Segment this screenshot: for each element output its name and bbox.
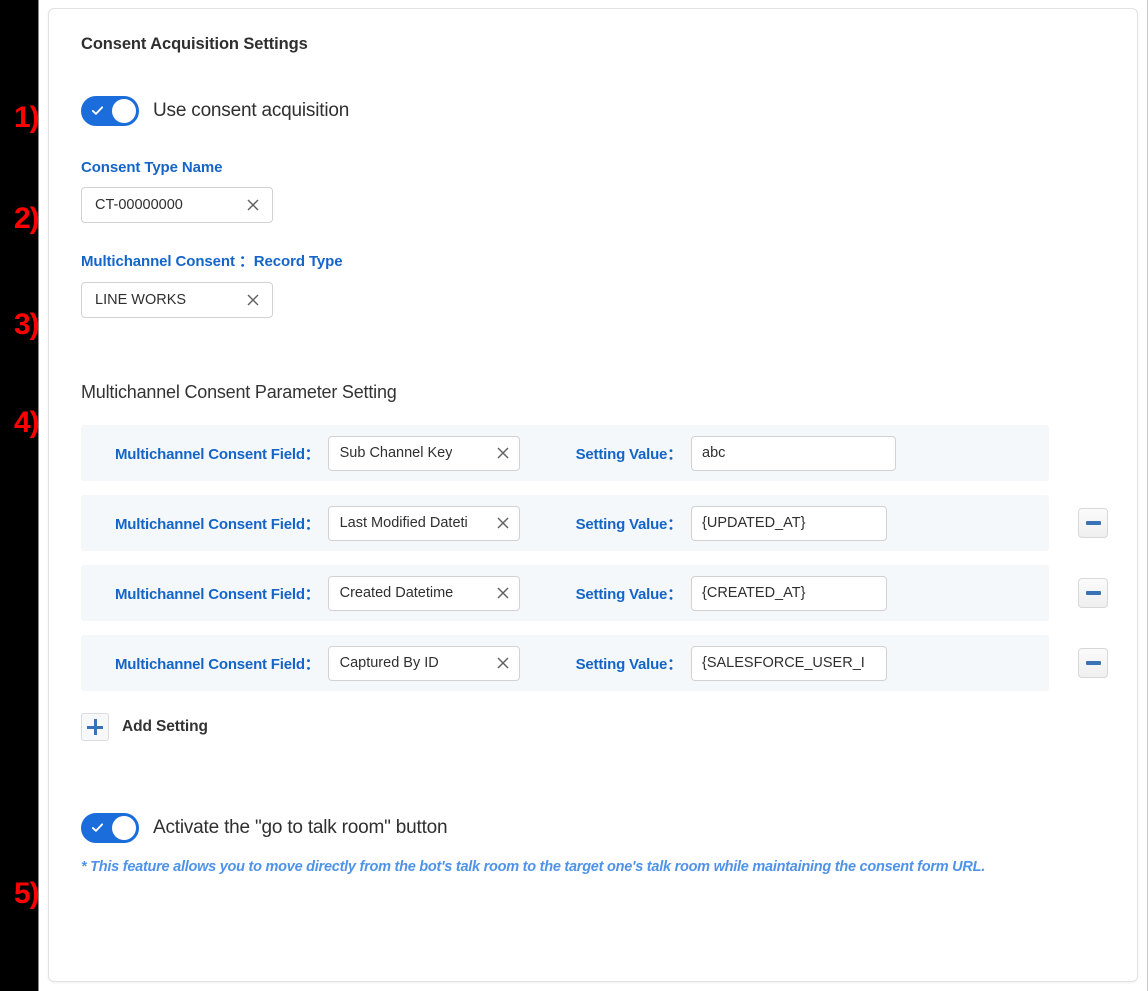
field-label: Multichannel Consent Field： bbox=[115, 515, 320, 533]
consent-field-value: Created Datetime bbox=[339, 585, 454, 601]
parameter-rows: Multichannel Consent Field： Sub Channel … bbox=[81, 425, 1108, 741]
table-row: Multichannel Consent Field： Created Date… bbox=[81, 565, 1108, 621]
page-title: Consent Acquisition Settings bbox=[81, 35, 308, 53]
annotation-marker-5: 5) bbox=[14, 877, 40, 910]
consent-field-select[interactable]: Created Datetime bbox=[327, 575, 520, 611]
consent-type-value: CT-00000000 bbox=[95, 197, 183, 213]
table-row: Multichannel Consent Field： Last Modifie… bbox=[81, 495, 1108, 551]
consent-field-select[interactable]: Last Modified Dateti bbox=[327, 505, 520, 541]
close-icon[interactable] bbox=[496, 656, 510, 670]
field-label: Multichannel Consent Field： bbox=[115, 445, 320, 463]
minus-icon bbox=[1085, 521, 1101, 525]
parameter-section-heading: Multichannel Consent Parameter Setting bbox=[81, 382, 397, 402]
value-label: Setting Value： bbox=[575, 585, 683, 603]
screenshot-root: Consent Acquisition Settings Use consent… bbox=[0, 0, 1148, 991]
record-type-value: LINE WORKS bbox=[95, 292, 187, 308]
close-icon[interactable] bbox=[496, 446, 510, 460]
record-type-select[interactable]: LINE WORKS bbox=[81, 282, 273, 318]
record-type-group: Multichannel Consent ：Record Type LINE W… bbox=[81, 250, 1111, 318]
consent-field-value: Captured By ID bbox=[339, 655, 439, 671]
setting-value-input[interactable]: {CREATED_AT} bbox=[691, 575, 887, 611]
consent-field-select[interactable]: Sub Channel Key bbox=[327, 435, 520, 471]
add-setting-label: Add Setting bbox=[122, 718, 208, 735]
talk-room-label: Activate the "go to talk room" button bbox=[153, 817, 448, 838]
table-row: Multichannel Consent Field： Sub Channel … bbox=[81, 425, 1049, 481]
consent-field-select[interactable]: Captured By ID bbox=[327, 645, 520, 681]
use-consent-label: Use consent acquisition bbox=[153, 100, 350, 121]
annotation-marker-4: 4) bbox=[14, 406, 40, 439]
plus-icon[interactable] bbox=[81, 713, 109, 741]
annotation-marker-3: 3) bbox=[14, 308, 40, 341]
annotation-marker-2: 2) bbox=[14, 202, 40, 235]
toggle-knob bbox=[112, 816, 136, 840]
minus-icon bbox=[1085, 661, 1101, 665]
field-label: Multichannel Consent Field： bbox=[115, 585, 320, 603]
close-icon[interactable] bbox=[246, 198, 260, 212]
check-icon bbox=[91, 106, 104, 115]
consent-field-value: Last Modified Dateti bbox=[339, 515, 468, 531]
value-label: Setting Value： bbox=[575, 445, 683, 463]
close-icon[interactable] bbox=[496, 586, 510, 600]
setting-value-input[interactable]: {UPDATED_AT} bbox=[691, 505, 887, 541]
consent-field-value: Sub Channel Key bbox=[339, 445, 453, 461]
field-label: Multichannel Consent Field： bbox=[115, 655, 320, 673]
toggle-knob bbox=[112, 99, 136, 123]
use-consent-toggle-row[interactable]: Use consent acquisition bbox=[81, 96, 1111, 126]
remove-setting-button[interactable] bbox=[1078, 508, 1108, 538]
record-type-label: Multichannel Consent ：Record Type bbox=[81, 253, 343, 270]
remove-setting-button[interactable] bbox=[1078, 578, 1108, 608]
value-label: Setting Value： bbox=[575, 515, 683, 533]
value-label: Setting Value： bbox=[575, 655, 683, 673]
setting-value-input[interactable]: {SALESFORCE_USER_I bbox=[691, 645, 887, 681]
check-icon bbox=[91, 823, 104, 832]
setting-value-input[interactable]: abc bbox=[691, 435, 896, 471]
add-setting-row[interactable]: Add Setting bbox=[81, 713, 1049, 741]
talk-room-toggle-row[interactable]: Activate the "go to talk room" button bbox=[81, 813, 1111, 843]
remove-setting-button[interactable] bbox=[1078, 648, 1108, 678]
table-row: Multichannel Consent Field： Captured By … bbox=[81, 635, 1108, 691]
use-consent-toggle[interactable] bbox=[81, 96, 139, 126]
talk-room-toggle[interactable] bbox=[81, 813, 139, 843]
minus-icon bbox=[1085, 591, 1101, 595]
settings-card: Consent Acquisition Settings Use consent… bbox=[48, 8, 1138, 982]
consent-type-label: Consent Type Name bbox=[81, 159, 223, 176]
consent-type-select[interactable]: CT-00000000 bbox=[81, 187, 273, 223]
close-icon[interactable] bbox=[496, 516, 510, 530]
settings-card-body: Consent Acquisition Settings Use consent… bbox=[49, 9, 1137, 981]
annotation-marker-1: 1) bbox=[14, 101, 40, 134]
window-frame: Consent Acquisition Settings Use consent… bbox=[38, 0, 1148, 991]
talk-room-note: * This feature allows you to move direct… bbox=[81, 859, 986, 875]
close-icon[interactable] bbox=[246, 293, 260, 307]
consent-type-group: Consent Type Name CT-00000000 bbox=[81, 159, 1111, 223]
